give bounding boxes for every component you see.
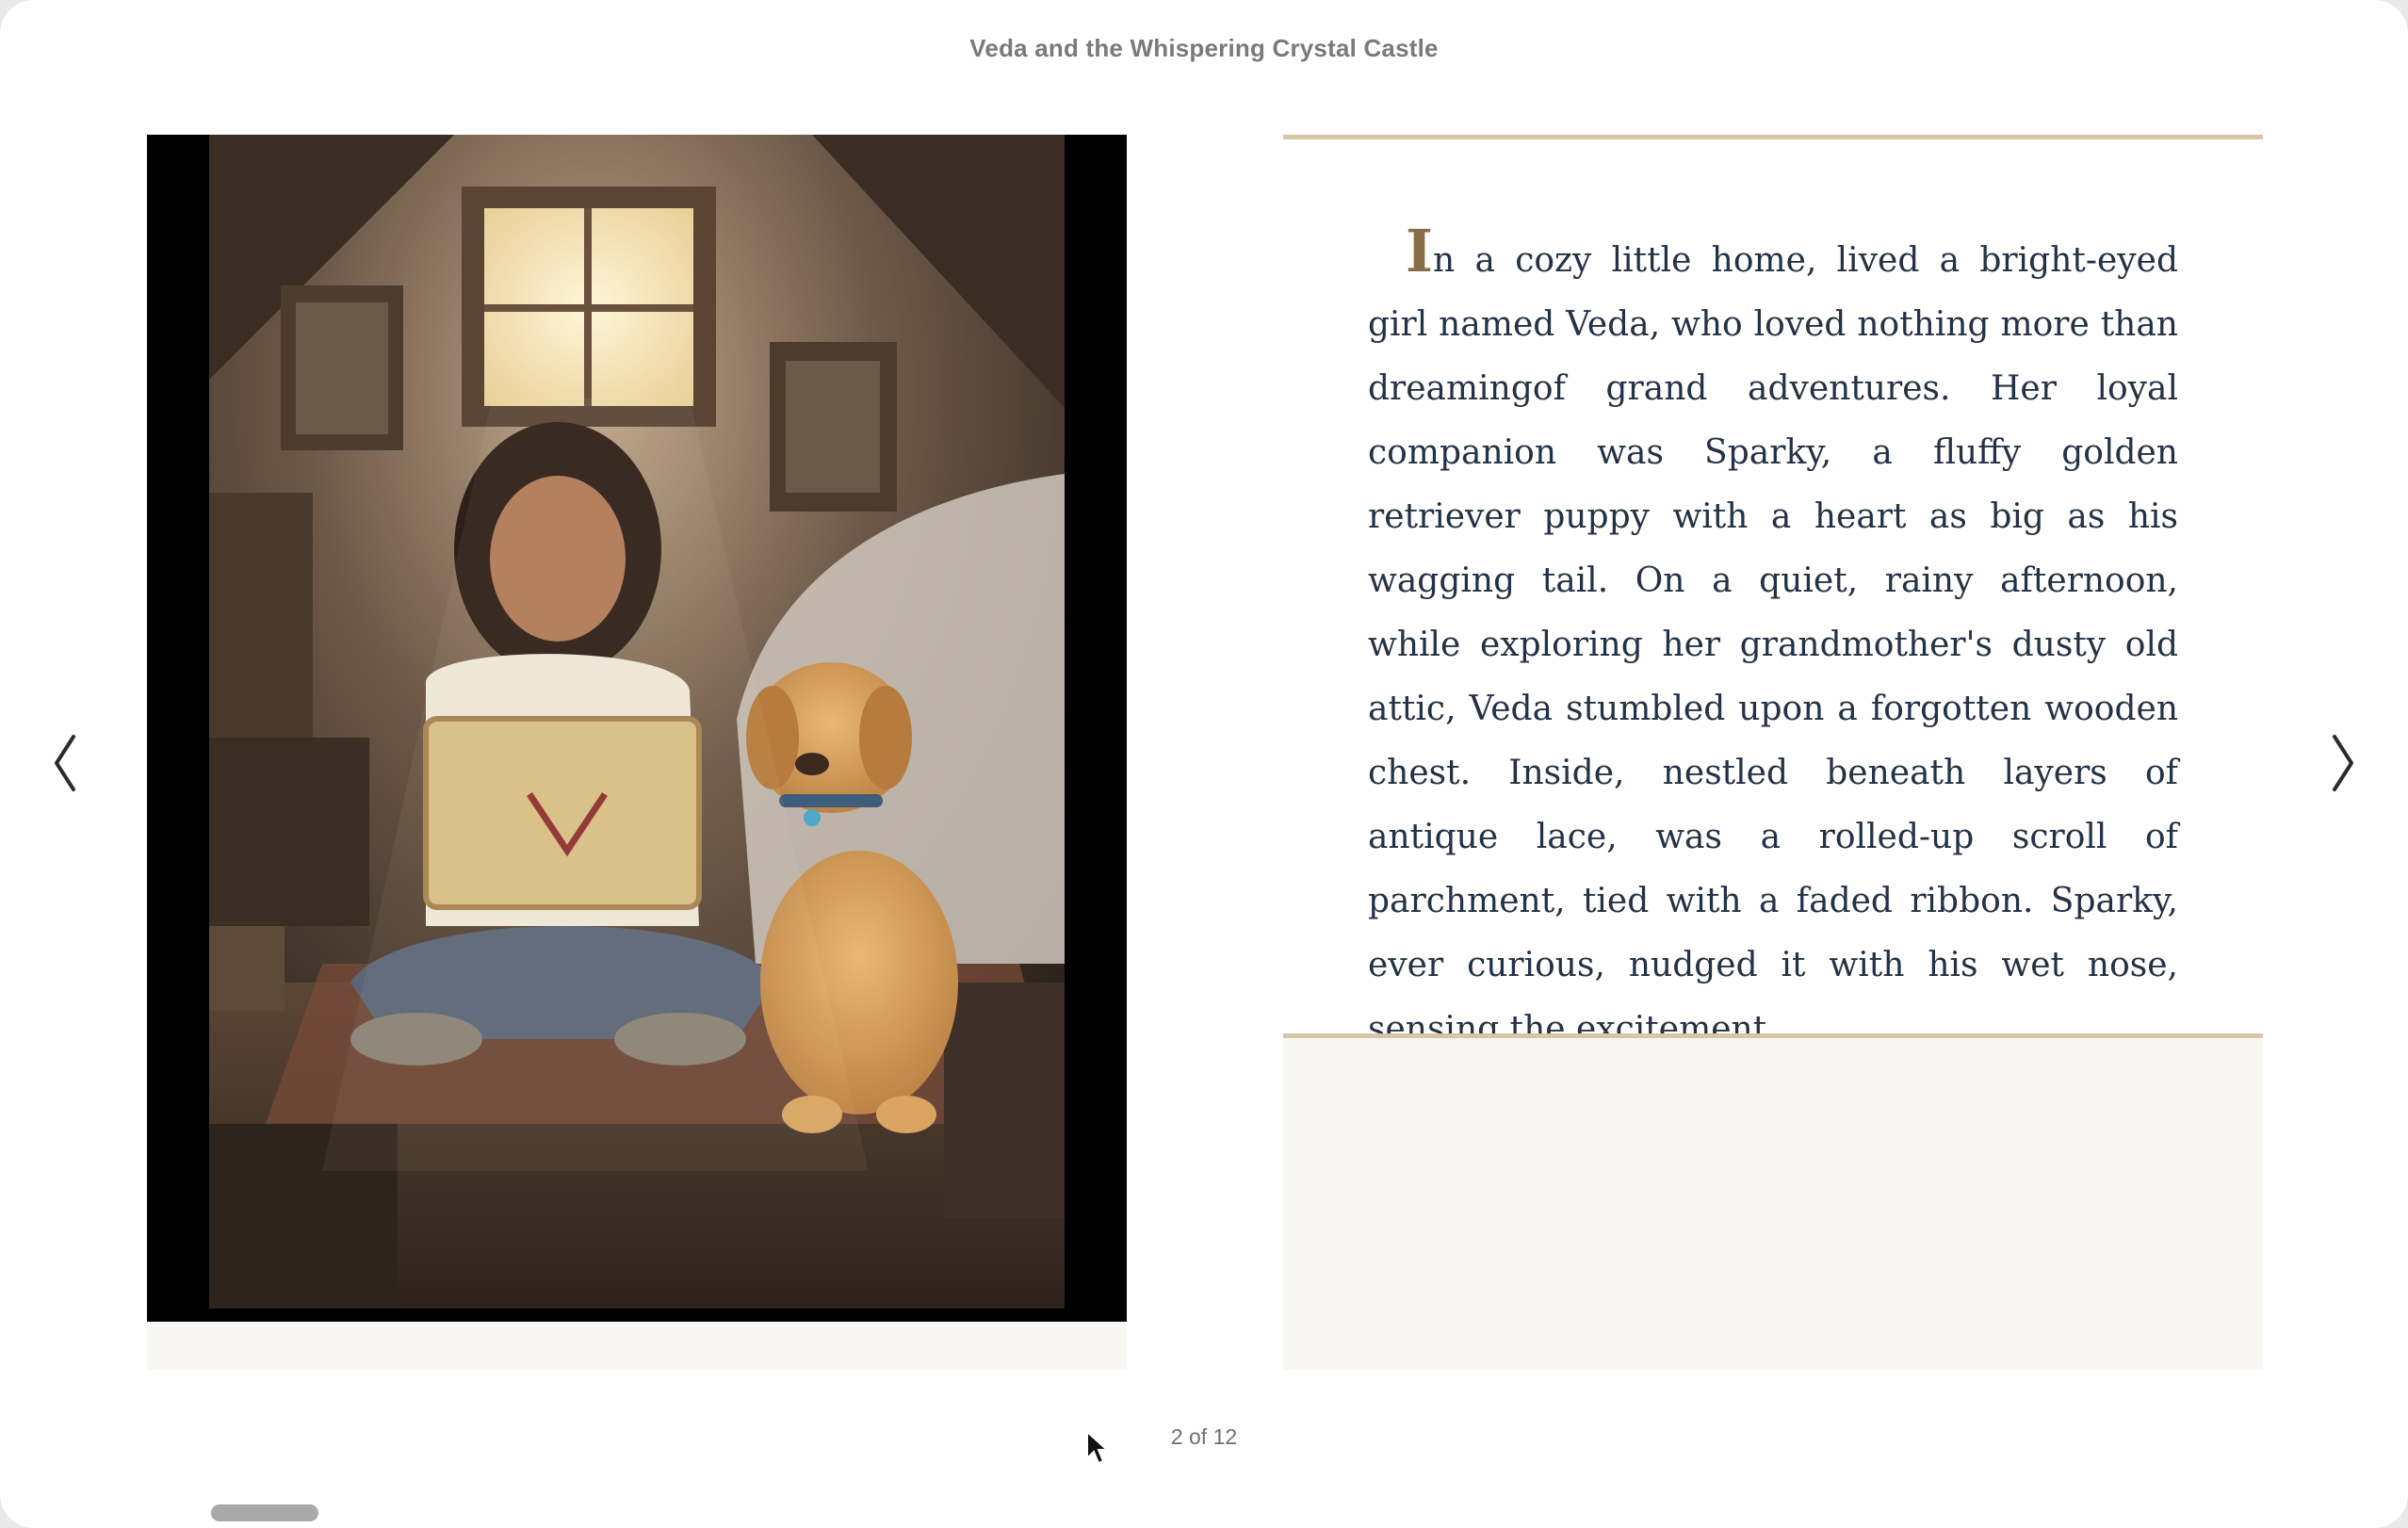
- drop-cap: I: [1406, 217, 1434, 285]
- left-page: [147, 135, 1127, 1370]
- page-indicator: 2 of 12: [1170, 1424, 1238, 1449]
- book-title: Veda and the Whispering Crystal Castle: [969, 34, 1439, 62]
- top-divider: [1283, 135, 2263, 139]
- story-illustration: [209, 135, 1065, 1309]
- lower-page-area: [1283, 1033, 2263, 1370]
- chevron-left-icon: [55, 735, 75, 791]
- bottom-divider: [1283, 1033, 2263, 1038]
- next-page-button[interactable]: [2319, 725, 2367, 801]
- reader-window: Veda and the Whispering Crystal Castle I…: [0, 0, 2408, 1528]
- chevron-right-icon: [2333, 735, 2353, 791]
- story-text: In a cozy little home, lived a bright-ey…: [1368, 219, 2178, 1062]
- story-paragraph: n a cozy little home, lived a bright-eye…: [1368, 241, 2178, 1048]
- illustration-frame: [147, 135, 1127, 1322]
- mouse-pointer-icon: [1086, 1430, 1110, 1465]
- right-page: In a cozy little home, lived a bright-ey…: [1283, 135, 2263, 1370]
- horizontal-scrollbar-thumb[interactable]: [211, 1504, 318, 1521]
- previous-page-button[interactable]: [41, 725, 89, 801]
